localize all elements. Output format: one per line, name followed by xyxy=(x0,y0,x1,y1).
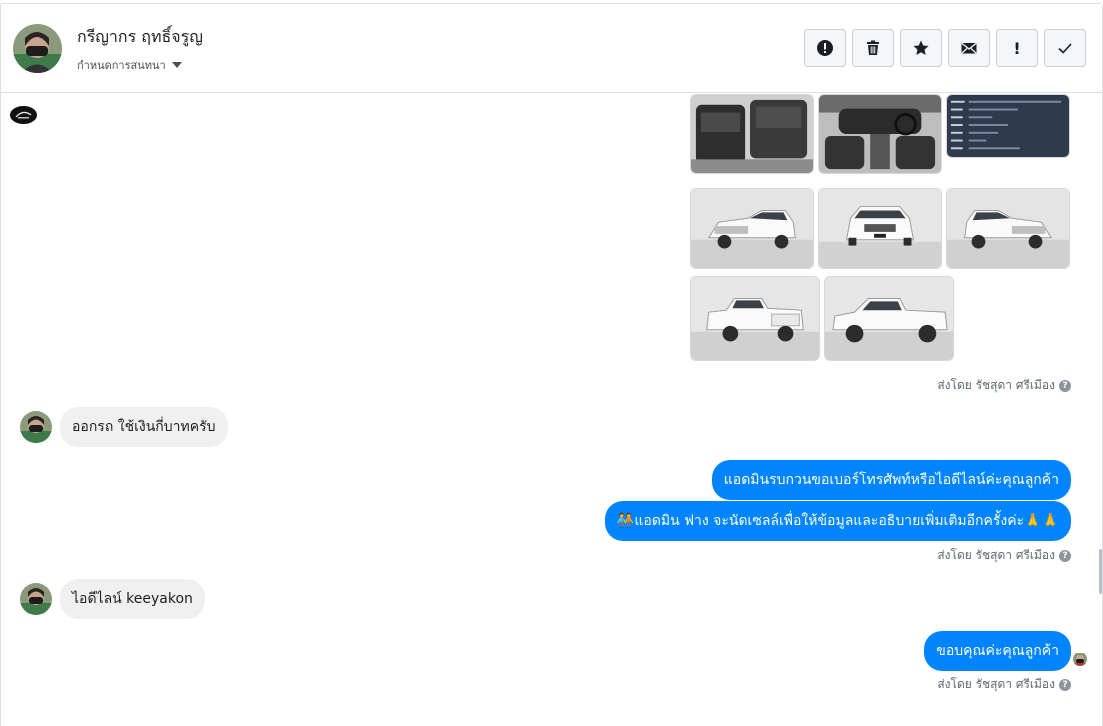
conversation-settings-label: กำหนดการสนทนา xyxy=(77,59,166,72)
sent-by-label: ส่งโดย รัชสุดา ศรีเมือง ? xyxy=(937,546,1071,565)
header-actions: ! xyxy=(804,29,1086,67)
sent-by-text: ส่งโดย รัชสุดา ศรีเมือง xyxy=(937,548,1055,562)
conversation-settings-dropdown[interactable]: กำหนดการสนทนา xyxy=(77,56,182,74)
sent-by-label: ส่งโดย รัชสุดา ศรีเมือง ? xyxy=(937,675,1071,694)
conversation-panel: กรีญากร ฤทธิ์จรูญ กำหนดการสนทนา ! ส่งโดย… xyxy=(0,3,1103,726)
info-icon[interactable]: ? xyxy=(1059,678,1071,691)
mark-unread-button[interactable] xyxy=(948,29,990,67)
car-photo-front-right[interactable] xyxy=(946,188,1070,269)
scrollbar[interactable] xyxy=(1099,549,1102,594)
page-logo xyxy=(10,106,37,124)
outgoing-message-bubble[interactable]: ขอบคุณค่ะคุณลูกค้า xyxy=(924,631,1071,671)
outgoing-message-bubble[interactable]: แอดมินรบกวนขอเบอร์โทรศัพท์หรือไอดีไลน์ค่… xyxy=(711,460,1071,500)
alert-circle-icon xyxy=(817,40,833,56)
mark-done-button[interactable] xyxy=(1044,29,1086,67)
incoming-message-bubble[interactable]: ไอดีไลน์ keeyakon xyxy=(60,579,205,619)
car-photo-rear-left[interactable] xyxy=(690,276,820,361)
exclamation-icon: ! xyxy=(1013,38,1021,58)
seen-avatar xyxy=(1073,652,1087,666)
report-spam-button[interactable] xyxy=(804,29,846,67)
car-photo-front[interactable] xyxy=(818,188,942,269)
star-icon xyxy=(913,40,929,55)
sent-by-label: ส่งโดย รัชสุดา ศรีเมือง ? xyxy=(937,376,1071,395)
info-icon[interactable]: ? xyxy=(1059,379,1071,392)
sent-by-text: ส่งโดย รัชสุดา ศรีเมือง xyxy=(937,378,1055,392)
incoming-message-row: ออกรถ ใช้เงินกี่บาทครับ xyxy=(20,407,228,447)
car-photo-interior-rear[interactable] xyxy=(690,94,814,174)
envelope-icon xyxy=(961,42,977,54)
outgoing-message-bubble[interactable]: 🧑‍🤝‍🧑แอดมิน ฟาง จะนัดเซลล์เพื่อให้ข้อมูล… xyxy=(604,501,1071,541)
delete-button[interactable] xyxy=(852,29,894,67)
car-photo-front-left[interactable] xyxy=(690,188,814,269)
trash-icon xyxy=(867,40,879,55)
caret-down-icon xyxy=(171,62,182,68)
avatar[interactable] xyxy=(13,24,62,73)
sent-by-text: ส่งโดย รัชสุดา ศรีเมือง xyxy=(937,677,1055,691)
avatar[interactable] xyxy=(20,411,52,443)
car-info-screenshot[interactable] xyxy=(946,94,1070,158)
mark-priority-button[interactable]: ! xyxy=(996,29,1038,67)
incoming-message-bubble[interactable]: ออกรถ ใช้เงินกี่บาทครับ xyxy=(60,407,228,447)
star-button[interactable] xyxy=(900,29,942,67)
car-photo-interior-dashboard[interactable] xyxy=(818,94,942,174)
conversation-header: กรีญากร ฤทธิ์จรูญ กำหนดการสนทนา ! xyxy=(1,4,1102,93)
incoming-message-row: ไอดีไลน์ keeyakon xyxy=(20,579,205,619)
check-icon xyxy=(1058,43,1072,54)
contact-name: กรีญากร ฤทธิ์จรูญ xyxy=(77,27,203,46)
info-icon[interactable]: ? xyxy=(1059,549,1071,562)
car-photo-side[interactable] xyxy=(824,276,954,361)
message-list[interactable]: ส่งโดย รัชสุดา ศรีเมือง ? ออกรถ ใช้เงินก… xyxy=(1,94,1102,726)
avatar[interactable] xyxy=(20,583,52,615)
